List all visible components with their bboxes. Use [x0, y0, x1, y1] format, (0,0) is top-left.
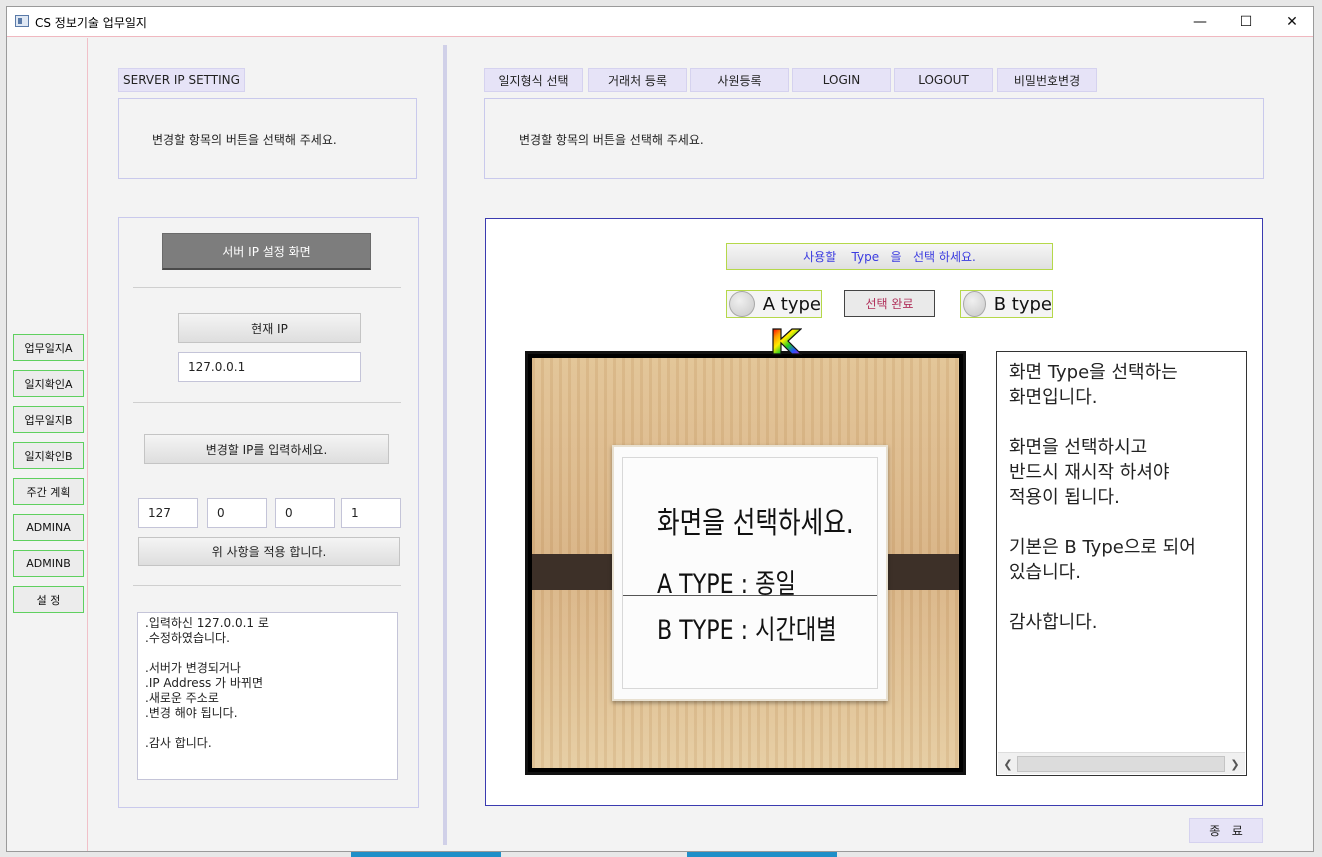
taskbar-item[interactable] [687, 852, 837, 857]
ip-octet-4-field[interactable] [341, 498, 401, 528]
radio-a-type[interactable]: A type [726, 290, 822, 318]
sidebar-item-settings[interactable]: 설 정 [13, 586, 84, 613]
ip-octet-2-field[interactable] [207, 498, 267, 528]
maximize-button[interactable]: ☐ [1223, 7, 1269, 37]
radio-b-type-label: B type [993, 293, 1052, 315]
current-ip-field[interactable] [178, 352, 361, 382]
sidebar-item-work-log-b[interactable]: 업무일지B [13, 406, 84, 433]
left-message-box: 변경할 항목의 버튼을 선택해 주세요. [118, 98, 417, 179]
paper-card-inner: 화면을 선택하세요. A TYPE : 종일 B TYPE : 시간대별 [622, 457, 878, 689]
scroll-right-icon[interactable]: ❯ [1228, 757, 1242, 771]
image-text-line-1: 화면을 선택하세요. [657, 506, 854, 541]
minimize-button[interactable]: — [1177, 7, 1223, 37]
ip-octet-3-field[interactable] [275, 498, 335, 528]
right-message-box: 변경할 항목의 버튼을 선택해 주세요. [484, 98, 1264, 179]
rainbow-cursor-icon [772, 328, 802, 355]
divider [133, 402, 401, 403]
radio-circle[interactable] [729, 291, 755, 317]
paper-card: 화면을 선택하세요. A TYPE : 종일 B TYPE : 시간대별 [612, 445, 888, 701]
radio-b-type[interactable]: B type [960, 290, 1053, 318]
tab-client-register[interactable]: 거래처 등록 [588, 68, 687, 92]
sidebar-item-work-log-a[interactable]: 업무일지A [13, 334, 84, 361]
apply-settings-button[interactable]: 위 사항을 적용 합니다. [138, 537, 400, 566]
image-underline [623, 595, 877, 596]
tab-change-password[interactable]: 비밀번호변경 [997, 68, 1097, 92]
type-description-text: 화면 Type을 선택하는 화면입니다. 화면을 선택하시고 반드시 재시작 하… [1009, 362, 1196, 633]
right-message-text: 변경할 항목의 버튼을 선택해 주세요. [519, 133, 704, 147]
app-window: CS 정보기술 업무일지 — ☐ ✕ 업무일지A 일지확인A 업무일지B 일지확… [6, 6, 1314, 852]
current-ip-button[interactable]: 현재 IP [178, 313, 361, 343]
app-icon [15, 15, 29, 27]
close-window-button[interactable]: ✕ [1269, 7, 1315, 37]
type-select-panel: 사용할 Type 을 선택 하세요. A type 선택 완료 B type 화… [485, 218, 1263, 806]
result-memo[interactable]: .입력하신 127.0.0.1 로 .수정하였습니다. .서버가 변경되거나 .… [137, 612, 398, 780]
divider [133, 585, 401, 586]
scrollbar-thumb[interactable] [1017, 756, 1225, 772]
wood-background: 화면을 선택하세요. A TYPE : 종일 B TYPE : 시간대별 [532, 358, 959, 768]
ip-octet-1-field[interactable] [138, 498, 198, 528]
title-bar: CS 정보기술 업무일지 — ☐ ✕ [7, 7, 1313, 37]
screen-title-banner: 서버 IP 설정 화면 [162, 233, 371, 270]
sidebar: 업무일지A 일지확인A 업무일지B 일지확인B 주간 계획 ADMINA ADM… [7, 38, 88, 851]
exit-button[interactable]: 종 료 [1189, 818, 1263, 843]
window-title: CS 정보기술 업무일지 [35, 16, 147, 30]
dark-bar-right [878, 554, 959, 590]
tab-logout[interactable]: LOGOUT [894, 68, 993, 92]
new-ip-prompt-button[interactable]: 변경할 IP를 입력하세요. [144, 434, 389, 464]
sidebar-item-log-check-b[interactable]: 일지확인B [13, 442, 84, 469]
horizontal-scrollbar[interactable]: ❮ ❯ [998, 752, 1245, 774]
tab-log-format-select[interactable]: 일지형식 선택 [484, 68, 583, 92]
scroll-left-icon[interactable]: ❮ [1001, 757, 1015, 771]
sidebar-item-admin-b[interactable]: ADMINB [13, 550, 84, 577]
dark-bar-left [532, 554, 612, 590]
type-select-header: 사용할 Type 을 선택 하세요. [726, 243, 1053, 270]
tab-server-ip-setting[interactable]: SERVER IP SETTING [118, 68, 245, 92]
type-preview-image: 화면을 선택하세요. A TYPE : 종일 B TYPE : 시간대별 [525, 351, 966, 775]
radio-a-type-label: A type [762, 293, 821, 315]
type-description-box[interactable]: 화면 Type을 선택하는 화면입니다. 화면을 선택하시고 반드시 재시작 하… [996, 351, 1247, 776]
taskbar-item[interactable] [351, 852, 501, 857]
sidebar-item-weekly-plan[interactable]: 주간 계획 [13, 478, 84, 505]
divider [133, 287, 401, 288]
left-message-text: 변경할 항목의 버튼을 선택해 주세요. [152, 133, 337, 147]
select-done-button[interactable]: 선택 완료 [844, 290, 935, 317]
tab-login[interactable]: LOGIN [792, 68, 891, 92]
tab-employee-register[interactable]: 사원등록 [690, 68, 789, 92]
sidebar-item-log-check-a[interactable]: 일지확인A [13, 370, 84, 397]
panel-splitter[interactable] [443, 45, 447, 845]
image-text-line-3: B TYPE : 시간대별 [657, 615, 837, 646]
sidebar-item-admin-a[interactable]: ADMINA [13, 514, 84, 541]
radio-circle[interactable] [963, 291, 986, 317]
